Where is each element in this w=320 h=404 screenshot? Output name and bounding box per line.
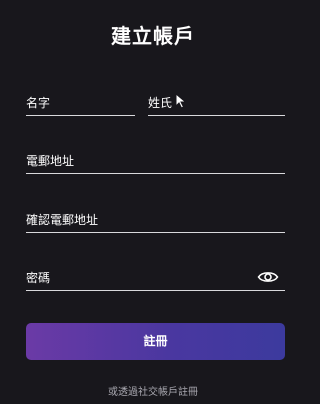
- password-field[interactable]: 密碼: [26, 268, 285, 291]
- eye-icon[interactable]: [257, 269, 279, 285]
- email-field[interactable]: 電郵地址: [26, 151, 285, 174]
- mouse-cursor-icon: [175, 93, 187, 109]
- confirm-email-field[interactable]: 確認電郵地址: [26, 210, 285, 233]
- first-name-field[interactable]: 名字: [26, 93, 135, 116]
- last-name-input[interactable]: [148, 93, 285, 115]
- password-input[interactable]: [26, 268, 285, 290]
- social-signup-text[interactable]: 或透過社交帳戶註冊: [0, 386, 306, 400]
- last-name-field[interactable]: 姓氏: [148, 93, 285, 116]
- email-input[interactable]: [26, 151, 285, 173]
- page-title: 建立帳戶: [111, 24, 195, 48]
- register-button[interactable]: 註冊: [26, 323, 285, 360]
- confirm-email-input[interactable]: [26, 210, 285, 232]
- first-name-input[interactable]: [26, 93, 135, 115]
